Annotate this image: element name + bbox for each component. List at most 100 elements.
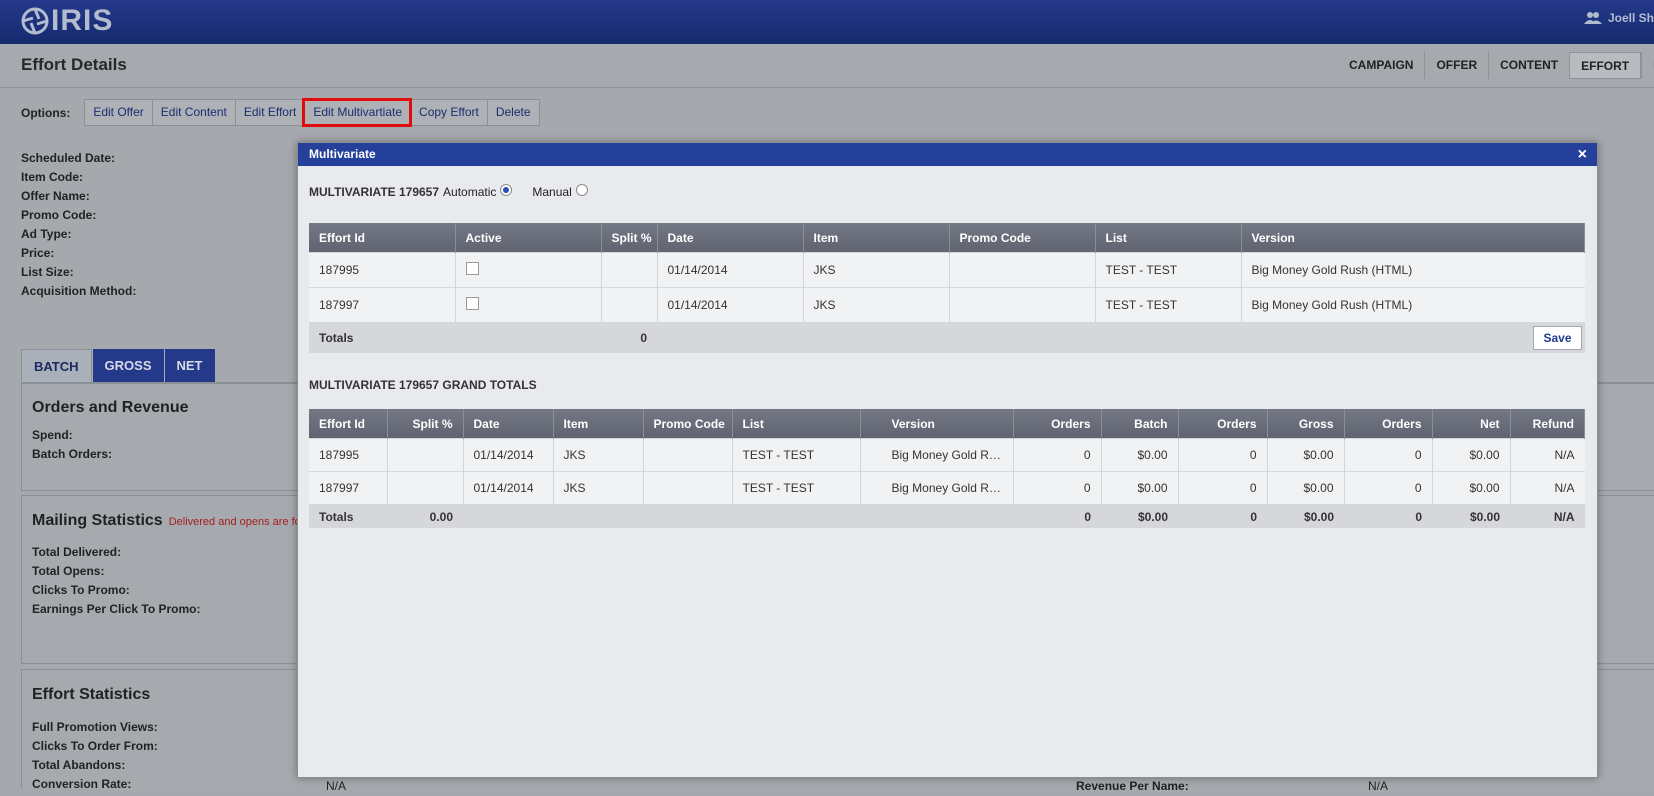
totals-row: Totals 0.00 0 $0.00 0 $0.00 0 $0.00 N/A [309, 504, 1585, 528]
detail-label: List Size: [21, 265, 74, 279]
column-header[interactable]: Net [1432, 409, 1511, 439]
aperture-icon [21, 7, 49, 35]
mailing-statistics-heading: Mailing Statistics Delivered and opens ar… [32, 512, 301, 530]
column-header[interactable]: Orders [1178, 409, 1268, 439]
column-header[interactable]: Gross [1267, 409, 1345, 439]
split-cell[interactable] [601, 252, 658, 288]
revenue-per-name-value: N/A [1368, 779, 1389, 793]
save-cell: Save [657, 322, 1585, 353]
tab-offer[interactable]: OFFER [1424, 52, 1488, 79]
column-header[interactable]: Split % [601, 223, 658, 253]
tab-effort[interactable]: EFFORT [1569, 52, 1642, 79]
tab-campaign[interactable]: CAMPAIGN [1338, 52, 1424, 79]
stat-label: Clicks To Order From: [32, 739, 158, 753]
empty-cell [455, 322, 601, 353]
multivariate-efforts-table: Effort Id Active Split % Date Item Promo… [309, 223, 1585, 353]
dialog-title: Multivariate [309, 147, 376, 161]
detail-label: Acquisition Method: [21, 284, 137, 298]
options-bar: Options: Edit Offer Edit Content Edit Ef… [21, 98, 540, 127]
iris-logo[interactable]: IRIS [21, 4, 113, 38]
column-header[interactable]: Split % [387, 409, 464, 439]
tab-more[interactable]: M [1641, 52, 1654, 79]
edit-effort-button[interactable]: Edit Effort [234, 100, 304, 125]
delete-button[interactable]: Delete [486, 100, 539, 125]
column-header[interactable]: Date [463, 409, 554, 439]
orders-labels: Spend: Batch Orders: [32, 428, 112, 466]
list-cell: TEST - TEST [1095, 252, 1242, 288]
effort-statistics-title: Effort Statistics [32, 686, 151, 703]
batch-orders-cell: 0 [1013, 438, 1102, 472]
edit-multivariate-button[interactable]: Edit Multivartiate [302, 98, 413, 127]
split-cell [387, 438, 464, 472]
column-header[interactable]: List [732, 409, 861, 439]
promo-code-cell [643, 438, 733, 472]
options-button-group: Edit Offer Edit Content Edit Effort Edit… [84, 98, 540, 127]
stat-label: Clicks To Promo: [32, 583, 130, 597]
column-header[interactable]: Item [803, 223, 950, 253]
column-header[interactable]: Orders [1344, 409, 1433, 439]
effort-id-cell: 187997 [309, 471, 388, 505]
column-header[interactable]: Effort Id [309, 223, 456, 253]
totals-split: 0.00 [387, 504, 463, 528]
automatic-radio[interactable] [500, 184, 513, 196]
refund-cell: N/A [1510, 471, 1585, 505]
tab-content[interactable]: CONTENT [1488, 52, 1569, 79]
totals-net: $0.00 [1432, 504, 1510, 528]
tab-net[interactable]: NET [163, 349, 215, 382]
multivariate-dialog: Multivariate × MULTIVARIATE 179657 Autom… [297, 142, 1598, 778]
column-header[interactable]: List [1095, 223, 1242, 253]
version-cell: Big Money Gold Rush (HTML) [1241, 252, 1585, 288]
manual-radio[interactable] [575, 184, 588, 196]
stat-label: Earnings Per Click To Promo: [32, 602, 201, 616]
column-header[interactable]: Promo Code [643, 409, 733, 439]
detail-label: Promo Code: [21, 208, 97, 222]
split-cell[interactable] [601, 287, 658, 323]
column-header[interactable]: Active [455, 223, 602, 253]
net-cell: $0.00 [1432, 471, 1511, 505]
column-header[interactable]: Promo Code [949, 223, 1096, 253]
grand-totals-table: Effort Id Split % Date Item Promo Code L… [309, 409, 1585, 528]
grand-totals-title: MULTIVARIATE 179657 GRAND TOTALS [309, 378, 537, 392]
close-icon[interactable]: × [1578, 143, 1587, 166]
batch-cell: $0.00 [1101, 438, 1179, 472]
save-button[interactable]: Save [1533, 326, 1582, 350]
date-cell: 01/14/2014 [657, 287, 804, 323]
version-cell: Big Money Gold Rush (HTML) [1241, 287, 1585, 323]
mailing-statistics-title: Mailing Statistics [32, 512, 163, 529]
options-label: Options: [21, 105, 71, 120]
edit-offer-button[interactable]: Edit Offer [85, 100, 151, 125]
dialog-header: Multivariate × [298, 143, 1597, 166]
gross-cell: $0.00 [1267, 438, 1345, 472]
column-header[interactable]: Effort Id [309, 409, 388, 439]
column-header[interactable]: Date [657, 223, 804, 253]
column-header[interactable]: Batch [1101, 409, 1179, 439]
edit-content-button[interactable]: Edit Content [151, 100, 235, 125]
stat-label: Total Delivered: [32, 545, 122, 559]
stat-label: Total Opens: [32, 564, 105, 578]
copy-effort-button[interactable]: Copy Effort [410, 100, 487, 125]
totals-batch-orders: 0 [1013, 504, 1101, 528]
effort-id-cell: 187997 [309, 287, 456, 323]
active-checkbox[interactable] [465, 297, 479, 310]
column-header[interactable]: Orders [1013, 409, 1102, 439]
split-cell [387, 471, 464, 505]
column-header[interactable]: Version [860, 409, 1014, 439]
page-title: Effort Details [21, 55, 127, 74]
table-row: 187997 01/14/2014 JKS TEST - TEST Big Mo… [309, 471, 1585, 505]
table-header-row: Effort Id Active Split % Date Item Promo… [309, 223, 1585, 253]
totals-gross: $0.00 [1267, 504, 1344, 528]
detail-label: Price: [21, 246, 55, 260]
column-header[interactable]: Item [553, 409, 644, 439]
mailing-labels: Total Delivered: Total Opens: Clicks To … [32, 545, 200, 621]
active-checkbox[interactable] [465, 262, 479, 275]
column-header[interactable]: Refund [1510, 409, 1585, 439]
user-menu[interactable]: Joell Sh [1583, 0, 1654, 36]
tab-batch[interactable]: BATCH [21, 349, 92, 383]
table-row: 187997 01/14/2014 JKS TEST - TEST Big Mo… [309, 287, 1585, 323]
gross-orders-cell: 0 [1178, 471, 1268, 505]
stat-label: Batch Orders: [32, 447, 113, 461]
page-header: Effort Details CAMPAIGN OFFER CONTENT EF… [0, 44, 1654, 88]
tab-gross[interactable]: GROSS [91, 349, 164, 382]
column-header[interactable]: Version [1241, 223, 1585, 253]
user-name: Joell Sh [1607, 11, 1654, 25]
